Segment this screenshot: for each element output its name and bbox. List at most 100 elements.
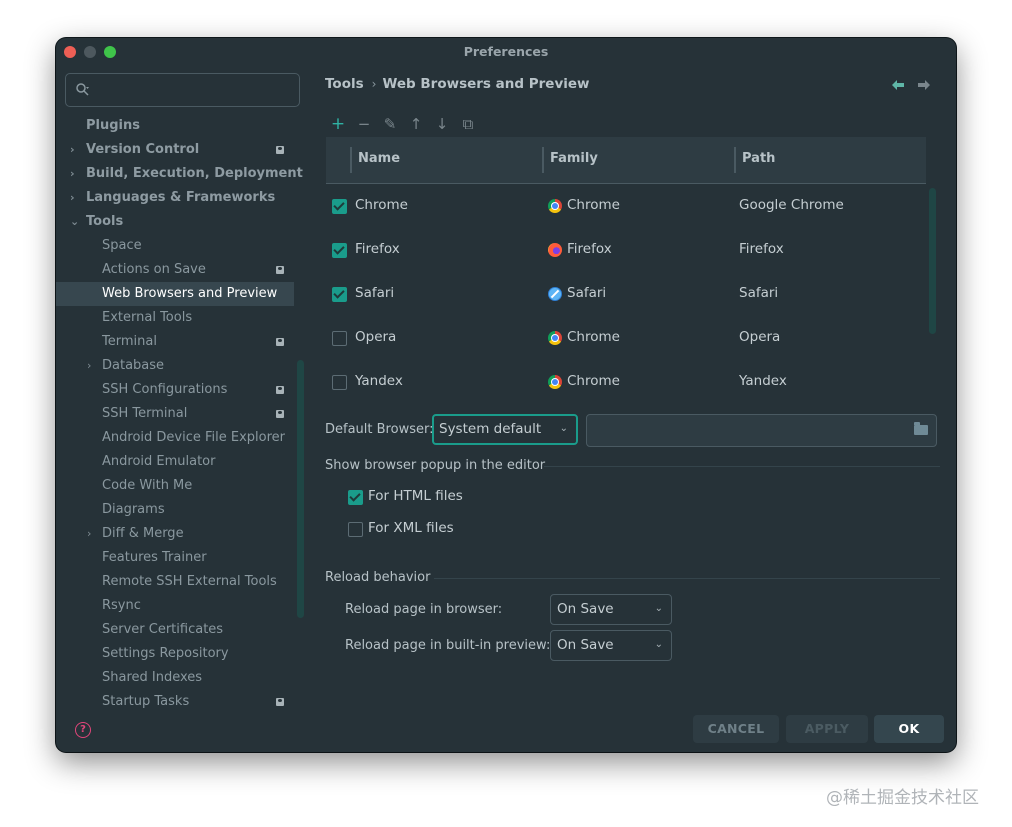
sidebar-item-plugins[interactable]: Plugins xyxy=(56,114,296,138)
sidebar-item-label: Diagrams xyxy=(102,502,165,517)
settings-search-input[interactable] xyxy=(65,73,300,107)
move-up-arrow-icon[interactable]: ↑ xyxy=(406,114,426,134)
chevron-right-icon[interactable]: › xyxy=(70,138,75,162)
reload-preview-select[interactable]: On Save ⌄ xyxy=(550,630,672,661)
sidebar-item-build-execution-deployment[interactable]: › Build, Execution, Deployment xyxy=(56,162,303,186)
sidebar-scrollbar[interactable] xyxy=(297,360,304,618)
sidebar-item-database[interactable]: › Database xyxy=(56,354,296,378)
browser-enabled-checkbox[interactable] xyxy=(332,331,347,346)
chevron-down-icon[interactable]: ⌄ xyxy=(70,210,79,234)
chrome-icon xyxy=(548,375,562,389)
browser-name: Yandex xyxy=(355,373,403,389)
sidebar-item-rsync[interactable]: Rsync xyxy=(56,594,296,618)
sidebar-item-ssh-configurations[interactable]: SSH Configurations xyxy=(56,378,296,402)
sidebar-item-terminal[interactable]: Terminal xyxy=(56,330,296,354)
checkbox[interactable] xyxy=(348,490,363,505)
table-row[interactable]: Chrome Chrome Google Chrome xyxy=(326,184,926,228)
sidebar-item-diagrams[interactable]: Diagrams xyxy=(56,498,296,522)
sidebar-item-space[interactable]: Space xyxy=(56,234,296,258)
chevron-right-icon[interactable]: › xyxy=(87,522,91,546)
sidebar-item-label: Android Emulator xyxy=(102,454,216,469)
sidebar-item-android-device-file-explorer[interactable]: Android Device File Explorer xyxy=(56,426,296,450)
reload-section-title: Reload behavior xyxy=(325,570,431,585)
checkbox[interactable] xyxy=(348,522,363,537)
browser-name: Safari xyxy=(355,285,395,301)
sidebar-item-languages-frameworks[interactable]: › Languages & Frameworks xyxy=(56,186,296,210)
sidebar-item-android-emulator[interactable]: Android Emulator xyxy=(56,450,296,474)
table-row[interactable]: Opera Chrome Opera xyxy=(326,316,926,360)
chrome-icon xyxy=(548,199,562,213)
sidebar-item-web-browsers-and-preview[interactable]: Web Browsers and Preview xyxy=(56,282,294,306)
reload-browser-value: On Save xyxy=(557,601,614,617)
sidebar-item-diff-merge[interactable]: › Diff & Merge xyxy=(56,522,296,546)
sidebar-item-label: Actions on Save xyxy=(102,262,206,277)
browser-enabled-checkbox[interactable] xyxy=(332,375,347,390)
sidebar-item-label: Build, Execution, Deployment xyxy=(86,166,303,181)
table-row[interactable]: Safari Safari Safari xyxy=(326,272,926,316)
column-header-family[interactable]: Family xyxy=(550,151,598,166)
table-row[interactable]: Yandex Chrome Yandex xyxy=(326,360,926,404)
add-browser-button[interactable]: + xyxy=(328,114,348,134)
browser-enabled-checkbox[interactable] xyxy=(332,243,347,258)
column-header-path[interactable]: Path xyxy=(742,151,775,166)
forward-arrow-icon[interactable] xyxy=(918,78,930,94)
browser-family: Safari xyxy=(567,285,607,301)
chevron-right-icon[interactable]: › xyxy=(70,162,75,186)
safari-icon xyxy=(548,287,562,301)
browser-path: Yandex xyxy=(739,373,787,389)
title-bar: Preferences xyxy=(56,38,956,66)
sidebar-item-external-tools[interactable]: External Tools xyxy=(56,306,296,330)
sidebar-item-features-trainer[interactable]: Features Trainer xyxy=(56,546,296,570)
preferences-window: Preferences Plugins › Version Control › Buil… xyxy=(56,38,956,752)
breadcrumb-parent[interactable]: Tools xyxy=(325,76,364,92)
remove-browser-button[interactable]: − xyxy=(354,114,374,134)
chevron-right-icon[interactable]: › xyxy=(87,354,91,378)
search-icon xyxy=(76,83,89,96)
sidebar-item-code-with-me[interactable]: Code With Me xyxy=(56,474,296,498)
sidebar-item-ssh-terminal[interactable]: SSH Terminal xyxy=(56,402,296,426)
window-title: Preferences xyxy=(463,44,549,59)
table-row[interactable]: Firefox Firefox Firefox xyxy=(326,228,926,272)
ok-button[interactable]: OK xyxy=(874,715,944,743)
shared-settings-icon xyxy=(276,338,284,346)
firefox-icon xyxy=(548,243,562,257)
sidebar-item-actions-on-save[interactable]: Actions on Save xyxy=(56,258,296,282)
reload-browser-label: Reload page in browser: xyxy=(345,602,503,617)
reload-preview-label: Reload page in built-in preview: xyxy=(345,638,551,653)
sidebar-item-label: Diff & Merge xyxy=(102,526,184,541)
watermark: @稀土掘金技术社区 xyxy=(826,788,979,808)
table-scrollbar[interactable] xyxy=(929,188,936,334)
sidebar-item-label: Shared Indexes xyxy=(102,670,203,685)
reload-browser-select[interactable]: On Save ⌄ xyxy=(550,594,672,625)
default-browser-value: System default xyxy=(439,421,542,437)
sidebar-item-server-certificates[interactable]: Server Certificates xyxy=(56,618,296,642)
browser-enabled-checkbox[interactable] xyxy=(332,287,347,302)
column-divider[interactable] xyxy=(542,147,544,173)
sidebar-item-shared-indexes[interactable]: Shared Indexes xyxy=(56,666,296,690)
browser-path-input[interactable] xyxy=(586,414,937,447)
chevron-right-icon[interactable]: › xyxy=(70,186,75,210)
sidebar-item-remote-ssh-external-tools[interactable]: Remote SSH External Tools xyxy=(56,570,296,594)
browser-name: Opera xyxy=(355,329,397,345)
sidebar-item-label: Server Certificates xyxy=(102,622,224,637)
cancel-button[interactable]: CANCEL xyxy=(693,715,779,743)
browsers-table: Chrome Chrome Google Chrome Firefox Firefox F… xyxy=(326,184,926,404)
sidebar-item-label: Terminal xyxy=(102,334,157,349)
edit-pencil-icon[interactable]: ✎ xyxy=(380,114,400,134)
column-header-name[interactable]: Name xyxy=(358,151,400,166)
apply-button[interactable]: APPLY xyxy=(786,715,868,743)
sidebar-item-tools[interactable]: ⌄ Tools xyxy=(56,210,296,234)
column-divider[interactable] xyxy=(350,147,352,173)
sidebar-item-startup-tasks[interactable]: Startup Tasks xyxy=(56,690,296,714)
help-icon[interactable]: ? xyxy=(75,722,91,738)
folder-icon[interactable] xyxy=(914,422,928,435)
back-arrow-icon[interactable] xyxy=(892,78,904,94)
default-browser-select[interactable]: System default ⌄ xyxy=(432,414,578,445)
sidebar-item-version-control[interactable]: › Version Control xyxy=(56,138,296,162)
copy-icon[interactable]: ⧉ xyxy=(458,114,478,134)
move-down-arrow-icon[interactable]: ↓ xyxy=(432,114,452,134)
browser-enabled-checkbox[interactable] xyxy=(332,199,347,214)
column-divider[interactable] xyxy=(734,147,736,173)
sidebar-item-label: SSH Terminal xyxy=(102,406,188,421)
sidebar-item-settings-repository[interactable]: Settings Repository xyxy=(56,642,296,666)
